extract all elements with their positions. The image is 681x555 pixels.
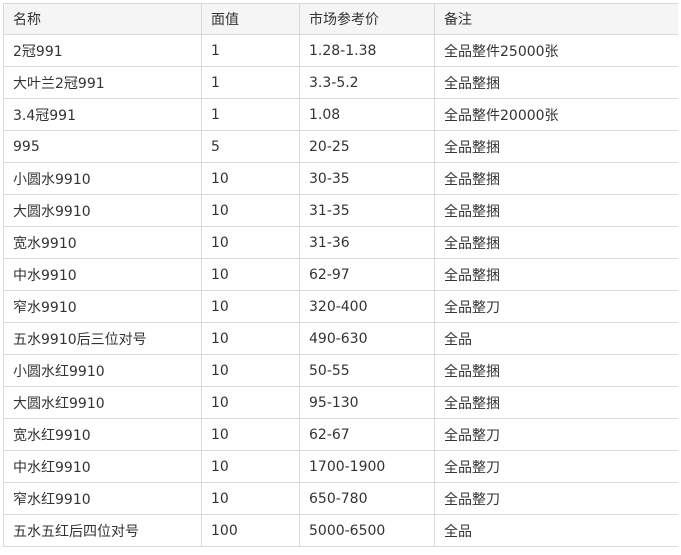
- cell-name: 大圆水9910: [3, 194, 202, 227]
- cell-market-price: 490-630: [299, 322, 435, 355]
- table-row: 窄水9910 10 320-400 全品整刀: [3, 290, 678, 323]
- cell-face-value: 100: [201, 514, 300, 547]
- cell-remarks: 全品整捆: [434, 226, 678, 259]
- cell-name: 五水9910后三位对号: [3, 322, 202, 355]
- cell-remarks: 全品整刀: [434, 418, 678, 451]
- cell-market-price: 20-25: [299, 130, 435, 163]
- cell-name: 大叶兰2冠991: [3, 66, 202, 99]
- cell-face-value: 10: [201, 354, 300, 387]
- table-row: 小圆水红9910 10 50-55 全品整捆: [3, 354, 678, 387]
- table-row: 五水五红后四位对号 100 5000-6500 全品: [3, 514, 678, 547]
- table-row: 宽水9910 10 31-36 全品整捆: [3, 226, 678, 259]
- price-table: 名称 面值 市场参考价 备注 2冠991 1 1.28-1.38 全品整件250…: [3, 3, 678, 547]
- cell-market-price: 31-36: [299, 226, 435, 259]
- table-row: 3.4冠991 1 1.08 全品整件20000张: [3, 98, 678, 131]
- cell-market-price: 50-55: [299, 354, 435, 387]
- cell-market-price: 5000-6500: [299, 514, 435, 547]
- cell-market-price: 3.3-5.2: [299, 66, 435, 99]
- cell-remarks: 全品整捆: [434, 354, 678, 387]
- header-remarks: 备注: [434, 3, 678, 35]
- cell-market-price: 320-400: [299, 290, 435, 323]
- table-row: 大叶兰2冠991 1 3.3-5.2 全品整捆: [3, 66, 678, 99]
- cell-market-price: 650-780: [299, 482, 435, 515]
- table-row: 宽水红9910 10 62-67 全品整刀: [3, 418, 678, 451]
- table-row: 中水9910 10 62-97 全品整捆: [3, 258, 678, 291]
- cell-name: 宽水红9910: [3, 418, 202, 451]
- table-row: 995 5 20-25 全品整捆: [3, 130, 678, 163]
- header-name: 名称: [3, 3, 202, 35]
- cell-market-price: 95-130: [299, 386, 435, 419]
- cell-market-price: 1.28-1.38: [299, 34, 435, 67]
- cell-name: 中水9910: [3, 258, 202, 291]
- cell-name: 2冠991: [3, 34, 202, 67]
- cell-face-value: 10: [201, 386, 300, 419]
- cell-market-price: 31-35: [299, 194, 435, 227]
- table-header-row: 名称 面值 市场参考价 备注: [3, 3, 678, 35]
- cell-name: 中水红9910: [3, 450, 202, 483]
- cell-face-value: 5: [201, 130, 300, 163]
- cell-remarks: 全品整刀: [434, 450, 678, 483]
- table-row: 五水9910后三位对号 10 490-630 全品: [3, 322, 678, 355]
- cell-remarks: 全品整捆: [434, 162, 678, 195]
- cell-remarks: 全品整刀: [434, 290, 678, 323]
- header-face-value: 面值: [201, 3, 300, 35]
- cell-market-price: 1700-1900: [299, 450, 435, 483]
- cell-name: 小圆水9910: [3, 162, 202, 195]
- cell-face-value: 1: [201, 98, 300, 131]
- table-row: 窄水红9910 10 650-780 全品整刀: [3, 482, 678, 515]
- cell-remarks: 全品整件25000张: [434, 34, 678, 67]
- cell-market-price: 30-35: [299, 162, 435, 195]
- cell-remarks: 全品: [434, 322, 678, 355]
- cell-remarks: 全品整捆: [434, 258, 678, 291]
- cell-face-value: 1: [201, 34, 300, 67]
- cell-remarks: 全品整捆: [434, 130, 678, 163]
- cell-remarks: 全品: [434, 514, 678, 547]
- table-row: 大圆水9910 10 31-35 全品整捆: [3, 194, 678, 227]
- cell-face-value: 10: [201, 450, 300, 483]
- cell-market-price: 62-67: [299, 418, 435, 451]
- cell-name: 大圆水红9910: [3, 386, 202, 419]
- cell-face-value: 10: [201, 418, 300, 451]
- cell-name: 995: [3, 130, 202, 163]
- cell-face-value: 10: [201, 322, 300, 355]
- cell-name: 窄水红9910: [3, 482, 202, 515]
- cell-face-value: 10: [201, 162, 300, 195]
- cell-name: 宽水9910: [3, 226, 202, 259]
- price-table-container: 名称 面值 市场参考价 备注 2冠991 1 1.28-1.38 全品整件250…: [3, 3, 678, 555]
- table-row: 中水红9910 10 1700-1900 全品整刀: [3, 450, 678, 483]
- cell-market-price: 1.08: [299, 98, 435, 131]
- cell-market-price: 62-97: [299, 258, 435, 291]
- cell-face-value: 10: [201, 258, 300, 291]
- table-row: 2冠991 1 1.28-1.38 全品整件25000张: [3, 34, 678, 67]
- cell-face-value: 10: [201, 290, 300, 323]
- cell-name: 五水五红后四位对号: [3, 514, 202, 547]
- cell-name: 窄水9910: [3, 290, 202, 323]
- cell-face-value: 10: [201, 226, 300, 259]
- cell-face-value: 10: [201, 482, 300, 515]
- table-row: 大圆水红9910 10 95-130 全品整捆: [3, 386, 678, 419]
- cell-face-value: 1: [201, 66, 300, 99]
- table-row: 小圆水9910 10 30-35 全品整捆: [3, 162, 678, 195]
- cell-remarks: 全品整捆: [434, 194, 678, 227]
- cell-face-value: 10: [201, 194, 300, 227]
- cell-remarks: 全品整件20000张: [434, 98, 678, 131]
- cell-name: 小圆水红9910: [3, 354, 202, 387]
- header-market-price: 市场参考价: [299, 3, 435, 35]
- cell-name: 3.4冠991: [3, 98, 202, 131]
- cell-remarks: 全品整捆: [434, 386, 678, 419]
- cell-remarks: 全品整捆: [434, 66, 678, 99]
- cell-remarks: 全品整刀: [434, 482, 678, 515]
